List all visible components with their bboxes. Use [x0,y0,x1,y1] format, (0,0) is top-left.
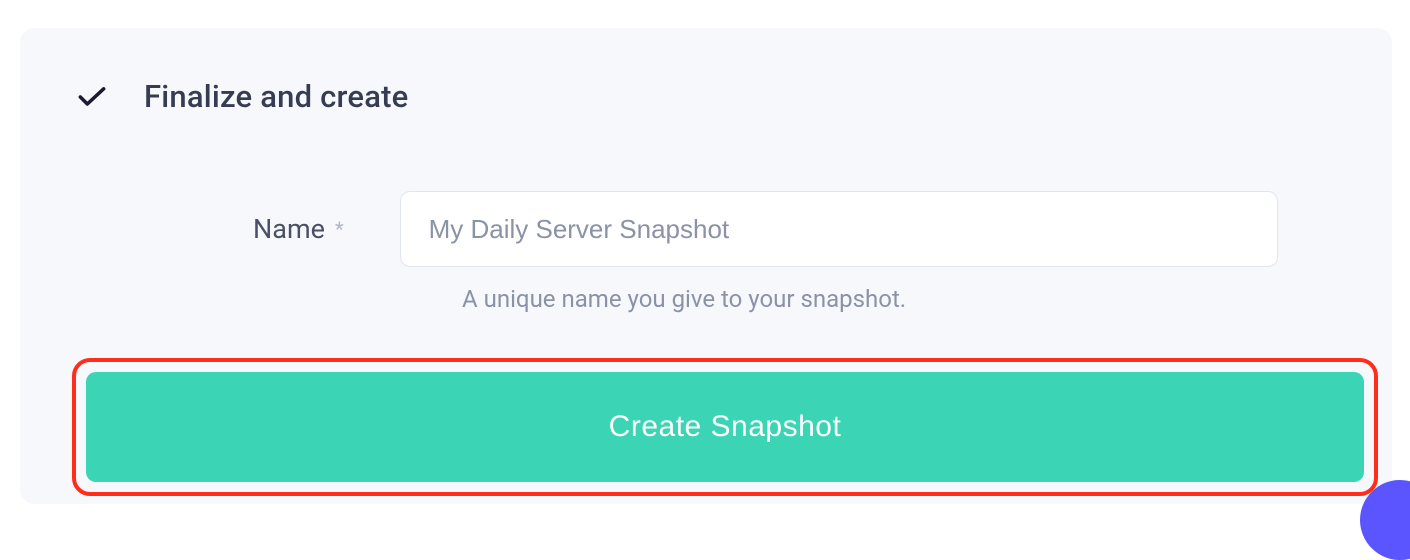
form-area: Name * A unique name you give to your sn… [68,191,1344,313]
name-label: Name [253,213,325,245]
required-asterisk: * [335,219,344,239]
section-header: Finalize and create [78,78,1344,115]
section-title: Finalize and create [144,78,408,115]
name-row: Name * [68,191,1344,267]
name-label-wrap: Name * [253,213,344,245]
check-icon [78,83,106,111]
create-snapshot-button[interactable]: Create Snapshot [86,372,1364,482]
name-input[interactable] [400,191,1278,267]
name-helper-text: A unique name you give to your snapshot. [462,285,1344,313]
finalize-panel: Finalize and create Name * A unique name… [20,28,1392,504]
create-snapshot-label: Create Snapshot [609,410,842,444]
